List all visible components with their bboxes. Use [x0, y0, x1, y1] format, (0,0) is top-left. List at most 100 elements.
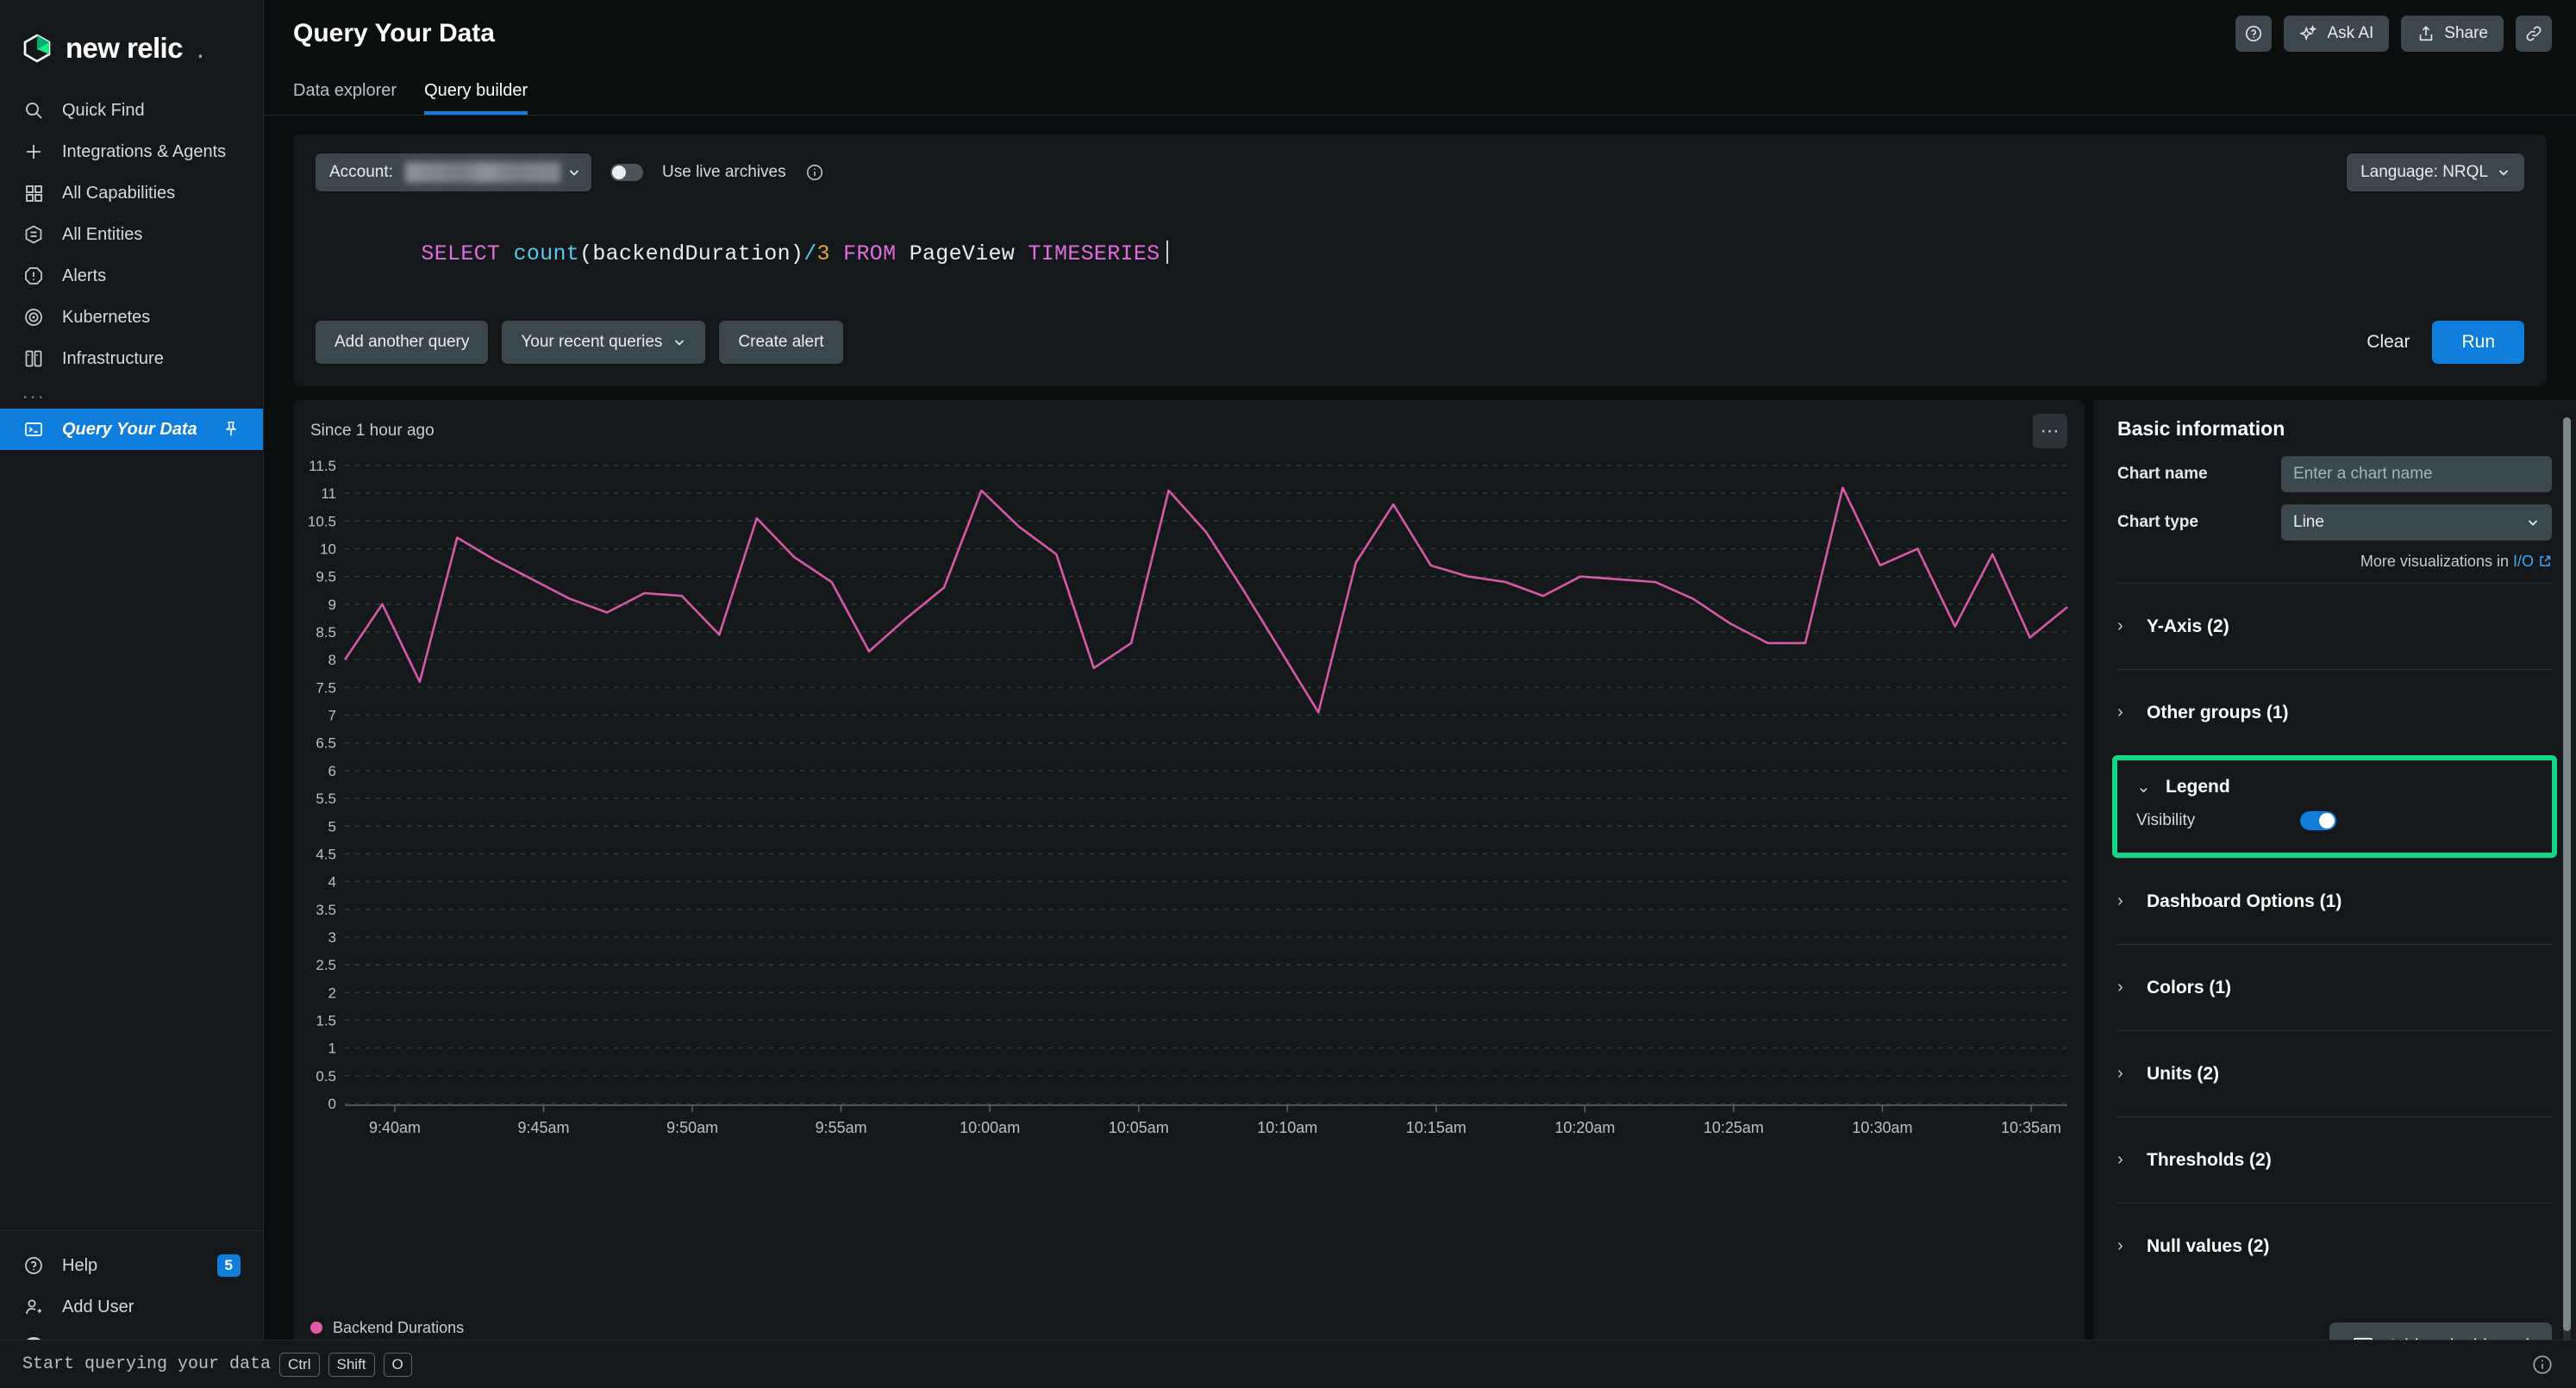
y-axis-tick-label: 5	[328, 818, 336, 835]
nrql-token: count	[513, 241, 580, 266]
chevron-down-icon: ⌄	[2136, 778, 2151, 797]
nrql-token: 3	[816, 241, 830, 266]
info-icon[interactable]	[2531, 1354, 2554, 1376]
chevron-right-icon: ›	[2117, 1064, 2123, 1083]
chart-name-input[interactable]	[2281, 456, 2552, 492]
sidebar-item-all-capabilities[interactable]: All Capabilities	[0, 172, 263, 214]
sidebar-overflow[interactable]: ...	[0, 379, 263, 409]
legend-section-header[interactable]: ⌄ Legend	[2136, 776, 2533, 797]
nrql-token: PageView	[896, 241, 1029, 266]
x-axis-tick-label: 10:15am	[1406, 1119, 1466, 1136]
chevron-down-icon	[2526, 516, 2540, 529]
kbd-shift: Shift	[328, 1352, 375, 1377]
sidebar-item-integrations-agents[interactable]: Integrations & Agents	[0, 131, 263, 172]
help-button[interactable]	[2235, 16, 2273, 52]
sidebar-item-query-your-data[interactable]: Query Your Data	[0, 409, 263, 450]
create-alert-button[interactable]: Create alert	[719, 321, 843, 364]
chart-menu-button[interactable]: ⋯	[2033, 414, 2067, 448]
sidebar-item-help[interactable]: Help 5	[0, 1245, 263, 1286]
legend-visibility-toggle[interactable]	[2300, 811, 2336, 830]
nrql-query-editor[interactable]: SELECT count(backendDuration)/3 FROM Pag…	[316, 216, 2524, 291]
x-axis-tick-label: 10:20am	[1554, 1119, 1615, 1136]
section-colors[interactable]: › Colors (1)	[2117, 944, 2552, 1030]
section-null-values[interactable]: › Null values (2)	[2117, 1203, 2552, 1289]
tab-query-builder[interactable]: Query builder	[424, 81, 528, 115]
kubernetes-icon	[22, 306, 45, 328]
hexagon-list-icon	[22, 223, 45, 246]
query-options-row: Account: Use live archives Language: NRQ…	[316, 153, 2524, 191]
ask-ai-button[interactable]: Ask AI	[2284, 16, 2390, 52]
basic-information-heading: Basic information	[2117, 417, 2285, 440]
scrollbar-thumb[interactable]	[2563, 417, 2571, 1331]
sidebar-item-all-entities[interactable]: All Entities	[0, 214, 263, 255]
section-thresholds[interactable]: › Thresholds (2)	[2117, 1116, 2552, 1203]
kbd-ctrl: Ctrl	[279, 1352, 320, 1377]
chart-type-select[interactable]: Line	[2281, 504, 2552, 541]
legend-visibility-row: Visibility	[2136, 811, 2533, 830]
sidebar: new relic . Quick Find Integrations & Ag…	[0, 0, 264, 1388]
legend-section: ⌄ Legend Visibility	[2117, 760, 2552, 853]
pin-icon[interactable]	[222, 420, 241, 439]
section-other-groups[interactable]: › Other groups (1)	[2117, 669, 2552, 755]
sidebar-item-label: Integrations & Agents	[62, 141, 227, 161]
brand-logo-area[interactable]: new relic .	[0, 0, 263, 74]
sidebar-item-alerts[interactable]: Alerts	[0, 255, 263, 297]
run-button[interactable]: Run	[2432, 321, 2524, 364]
new-relic-logo-icon	[22, 34, 52, 63]
add-another-query-button[interactable]: Add another query	[316, 321, 489, 364]
grid-icon	[22, 182, 45, 204]
y-axis-tick-label: 7.5	[316, 679, 336, 696]
io-link[interactable]: I/O	[2513, 553, 2534, 570]
language-selector[interactable]: Language: NRQL	[2347, 153, 2524, 191]
chart-settings-panel: Basic information Chart name Chart type …	[2093, 400, 2576, 1388]
line-chart: 00.511.522.533.544.555.566.577.588.599.5…	[308, 458, 2068, 1136]
sidebar-item-add-user[interactable]: Add User	[0, 1286, 263, 1328]
y-axis-tick-label: 3	[328, 929, 336, 946]
info-icon[interactable]	[805, 163, 824, 182]
y-axis-tick-label: 6	[328, 763, 336, 779]
share-upload-icon	[2417, 24, 2435, 43]
y-axis-tick-label: 2.5	[316, 957, 336, 973]
section-dashboard-options[interactable]: › Dashboard Options (1)	[2117, 858, 2552, 944]
y-axis-tick-label: 9	[328, 597, 336, 613]
nrql-token	[500, 241, 513, 266]
share-button[interactable]: Share	[2401, 16, 2504, 52]
legend-visibility-label: Visibility	[2136, 811, 2196, 829]
sidebar-nav: Quick Find Integrations & Agents All Cap…	[0, 90, 263, 450]
topbar: Query Your Data Ask AI Share	[264, 0, 2576, 67]
nrql-token: FROM	[843, 241, 897, 266]
chart-type-value: Line	[2293, 513, 2324, 531]
chevron-right-icon: ›	[2117, 891, 2123, 910]
section-label: Null values (2)	[2147, 1235, 2270, 1256]
y-axis-tick-label: 0	[328, 1096, 336, 1112]
x-axis-tick-label: 9:55am	[816, 1119, 867, 1136]
section-y-axis[interactable]: › Y-Axis (2)	[2117, 583, 2552, 669]
recent-queries-label: Your recent queries	[521, 333, 663, 351]
x-axis-tick-label: 10:35am	[2001, 1119, 2061, 1136]
chevron-down-icon	[567, 166, 581, 179]
tab-data-explorer[interactable]: Data explorer	[293, 81, 397, 115]
your-recent-queries-button[interactable]: Your recent queries	[502, 321, 706, 364]
clear-button[interactable]: Clear	[2353, 332, 2423, 353]
user-plus-icon	[22, 1296, 45, 1318]
nrql-token	[830, 241, 843, 266]
section-label: Thresholds (2)	[2147, 1149, 2272, 1170]
sidebar-item-kubernetes[interactable]: Kubernetes	[0, 297, 263, 338]
settings-scrollbar[interactable]	[2563, 417, 2571, 1388]
main-area: Query Your Data Ask AI Share Data explor…	[264, 0, 2576, 1388]
settings-scroll-area: Basic information Chart name Chart type …	[2093, 400, 2576, 1305]
section-label: Y-Axis (2)	[2147, 616, 2229, 636]
text-caret	[1166, 241, 1169, 264]
y-axis-tick-label: 1	[328, 1041, 336, 1057]
sidebar-item-label: Add User	[62, 1297, 134, 1316]
alert-octagon-icon	[22, 265, 45, 287]
copy-link-button[interactable]	[2516, 16, 2552, 52]
section-units[interactable]: › Units (2)	[2117, 1030, 2552, 1116]
chevron-right-icon: ›	[2117, 978, 2123, 997]
account-selector[interactable]: Account:	[316, 153, 591, 191]
sidebar-item-quick-find[interactable]: Quick Find	[0, 90, 263, 131]
use-live-archives-toggle[interactable]	[610, 164, 643, 181]
sidebar-item-infrastructure[interactable]: Infrastructure	[0, 338, 263, 379]
help-circle-icon	[22, 1254, 45, 1277]
y-axis-tick-label: 4	[328, 874, 336, 891]
